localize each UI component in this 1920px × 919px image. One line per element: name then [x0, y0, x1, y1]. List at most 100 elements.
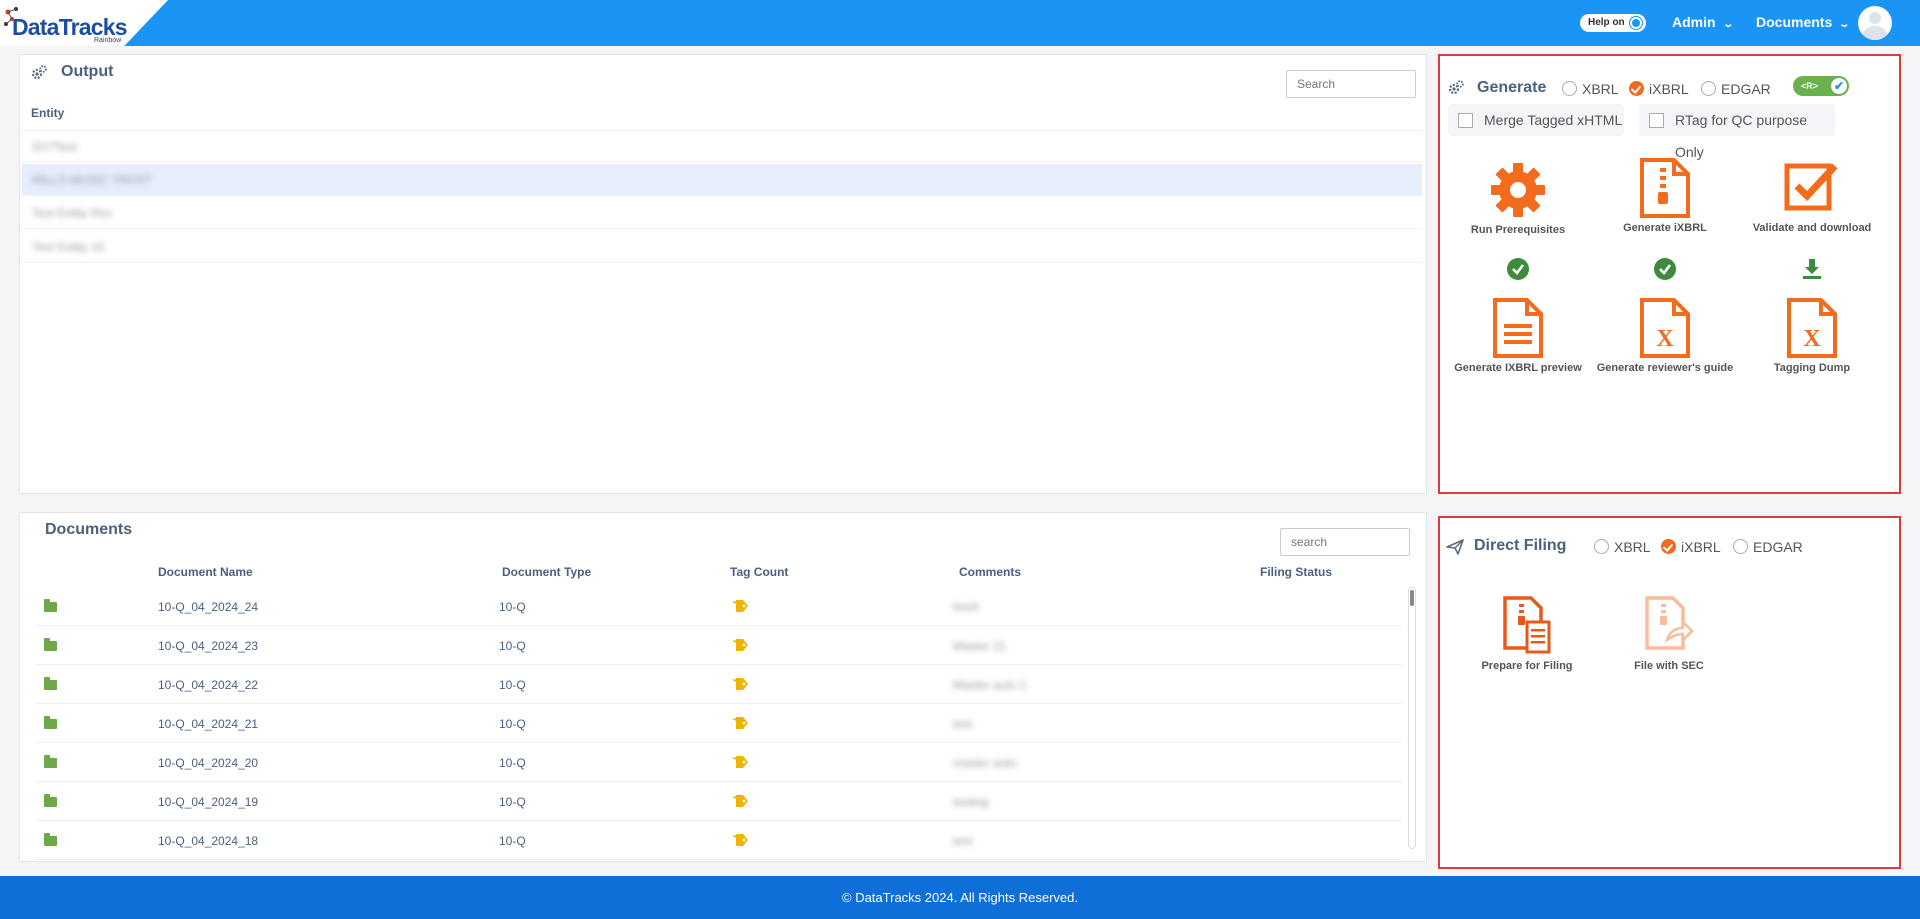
documents-search-input[interactable]: [1280, 528, 1410, 556]
tag-icon[interactable]: [731, 794, 749, 808]
paper-plane-icon: [1446, 539, 1464, 555]
col-comments[interactable]: Comments: [959, 565, 1021, 579]
table-row[interactable]: 10-Q_04_2024_20 10-Q master auto: [36, 743, 1402, 782]
folder-icon[interactable]: [44, 716, 57, 729]
document-icon: [1493, 298, 1543, 358]
gears-icon: [31, 65, 47, 80]
document-name[interactable]: 10-Q_04_2024_24: [158, 600, 258, 614]
table-row[interactable]: 10-Q_04_2024_19 10-Q testing: [36, 782, 1402, 821]
document-name[interactable]: 10-Q_04_2024_22: [158, 678, 258, 692]
help-label: Help on: [1588, 17, 1625, 28]
col-document-name[interactable]: Document Name: [158, 565, 253, 579]
svg-text:X: X: [1656, 326, 1674, 352]
table-row[interactable]: 10-Q_04_2024_22 10-Q Master auto 1: [36, 665, 1402, 704]
help-toggle[interactable]: Help on: [1580, 14, 1646, 32]
merge-tagged-checkbox[interactable]: Merge Tagged xHTML: [1448, 104, 1624, 136]
footer-copyright: © DataTracks 2024. All Rights Reserved.: [842, 890, 1078, 905]
tag-icon[interactable]: [731, 716, 749, 730]
generate-radio-ixbrl[interactable]: iXBRL: [1629, 81, 1689, 97]
document-type: 10-Q: [499, 756, 526, 770]
generate-ixbrl-preview-tile[interactable]: Generate IXBRL preview: [1443, 298, 1593, 374]
tag-icon[interactable]: [731, 599, 749, 613]
document-name[interactable]: 10-Q_04_2024_23: [158, 639, 258, 653]
validate-download-label: Validate and download: [1752, 222, 1872, 234]
scrollbar-thumb[interactable]: [1410, 590, 1414, 606]
filing-radio-edgar[interactable]: EDGAR: [1733, 539, 1803, 555]
toggle-knob-icon: [1630, 17, 1642, 29]
generate-reviewers-guide-tile[interactable]: X Generate reviewer's guide: [1590, 298, 1740, 374]
entity-name: MILLS MUSIC TRUST: [32, 173, 152, 187]
documents-title: Documents: [45, 521, 133, 538]
tag-icon[interactable]: [731, 833, 749, 847]
check-circle-icon: [1507, 258, 1529, 280]
filing-radio-xbrl[interactable]: XBRL: [1594, 539, 1651, 555]
document-name[interactable]: 10-Q_04_2024_18: [158, 834, 258, 848]
nav-admin-label: Admin: [1672, 14, 1716, 30]
document-type: 10-Q: [499, 678, 526, 692]
entity-row[interactable]: Test Entity 10: [22, 231, 1422, 263]
entity-row[interactable]: Test Entity Rev: [22, 197, 1422, 229]
output-search-input[interactable]: [1286, 70, 1416, 98]
folder-icon[interactable]: [44, 794, 57, 807]
entity-row[interactable]: SV7Test: [22, 130, 1422, 162]
document-name[interactable]: 10-Q_04_2024_19: [158, 795, 258, 809]
r-toggle[interactable]: <R> ✔: [1793, 76, 1849, 96]
tag-icon[interactable]: [731, 638, 749, 652]
gears-icon: [1448, 80, 1464, 95]
col-filing-status[interactable]: Filing Status: [1260, 565, 1332, 579]
logo[interactable]: DataTracks Rainbow: [0, 0, 168, 46]
entity-name: Test Entity 10: [32, 240, 105, 254]
documents-scrollbar[interactable]: [1408, 587, 1416, 849]
entity-row-selected[interactable]: MILLS MUSIC TRUST: [22, 164, 1422, 196]
prepare-for-filing-tile[interactable]: Prepare for Filing: [1452, 596, 1602, 672]
entity-name: Test Entity Rev: [32, 206, 113, 220]
table-row[interactable]: 10-Q_04_2024_21 10-Q test: [36, 704, 1402, 743]
output-title: Output: [61, 63, 114, 80]
check-icon: ✔: [1831, 78, 1847, 94]
document-comment: test: [953, 834, 973, 848]
document-name[interactable]: 10-Q_04_2024_21: [158, 717, 258, 731]
rtag-qc-checkbox[interactable]: RTag for QC purpose Only: [1639, 104, 1835, 160]
generate-radio-xbrl[interactable]: XBRL: [1562, 81, 1619, 97]
user-avatar[interactable]: [1858, 6, 1892, 40]
top-bar: DataTracks Rainbow Help on Admin ⌄ Docume…: [0, 0, 1920, 46]
document-comment: Master 21: [953, 639, 1007, 653]
document-comment: master auto: [953, 756, 1017, 770]
file-with-sec-tile[interactable]: File with SEC: [1594, 596, 1744, 672]
folder-icon[interactable]: [44, 677, 57, 690]
nav-documents[interactable]: Documents ⌄: [1756, 14, 1850, 30]
filing-radio-ixbrl[interactable]: iXBRL: [1661, 539, 1721, 555]
run-prerequisites-tile[interactable]: Run Prerequisites: [1443, 160, 1593, 236]
col-tag-count[interactable]: Tag Count: [730, 565, 788, 579]
tag-icon[interactable]: [731, 677, 749, 691]
generate-ixbrl-label: Generate iXBRL: [1623, 222, 1707, 234]
document-comment: fresh: [953, 600, 980, 614]
col-document-type[interactable]: Document Type: [502, 565, 591, 579]
generate-radio-edgar[interactable]: EDGAR: [1701, 81, 1771, 97]
r-toggle-label: <R>: [1801, 81, 1819, 91]
download-icon[interactable]: [1801, 258, 1823, 280]
table-row[interactable]: 10-Q_04_2024_18 10-Q test: [36, 821, 1402, 860]
folder-icon[interactable]: [44, 755, 57, 768]
table-row[interactable]: 10-Q_04_2024_23 10-Q Master 21: [36, 626, 1402, 665]
document-name[interactable]: 10-Q_04_2024_20: [158, 756, 258, 770]
generate-ixbrl-preview-label: Generate IXBRL preview: [1454, 362, 1582, 374]
generate-ixbrl-tile[interactable]: Generate iXBRL: [1590, 158, 1740, 234]
gear-icon: [1491, 163, 1545, 217]
tag-icon[interactable]: [731, 755, 749, 769]
file-share-icon: [1645, 596, 1693, 650]
brand-sub: Rainbow: [94, 37, 122, 44]
document-type: 10-Q: [499, 717, 526, 731]
folder-icon[interactable]: [44, 638, 57, 651]
validate-download-tile[interactable]: Validate and download: [1737, 160, 1887, 234]
table-row[interactable]: 10-Q_04_2024_24 10-Q fresh: [36, 587, 1402, 626]
document-type: 10-Q: [499, 600, 526, 614]
generate-title: Generate: [1477, 79, 1547, 96]
tagging-dump-tile[interactable]: X Tagging Dump: [1737, 298, 1887, 374]
nav-admin[interactable]: Admin ⌄: [1672, 14, 1734, 30]
zip-file-icon: [1640, 158, 1690, 218]
folder-icon[interactable]: [44, 599, 57, 612]
document-type: 10-Q: [499, 795, 526, 809]
output-panel: [19, 54, 1427, 494]
folder-icon[interactable]: [44, 833, 57, 846]
